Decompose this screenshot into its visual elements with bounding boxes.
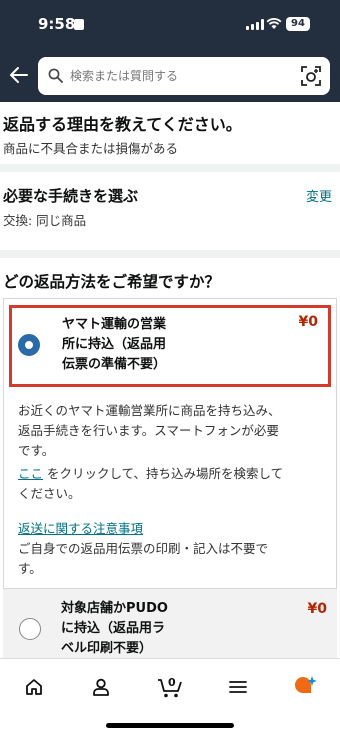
wifi-icon: [266, 18, 282, 29]
cart-count: 0: [168, 676, 176, 689]
option-price: ¥0: [307, 601, 327, 617]
section-divider: [0, 164, 340, 172]
option-description: お近くのヤマト運輸営業所に商品を持ち込み、 返品手続きを行います。スマートフォン…: [18, 403, 281, 458]
return-method-section: どの返品方法をご希望ですか？ ヤマト運輸の営業 所に持込（返品用 伝票の準備不要…: [0, 258, 340, 658]
search-icon: [48, 68, 63, 83]
radio-unselected[interactable]: [19, 618, 41, 640]
return-reason-value: 商品に不具合または損傷がある: [3, 141, 179, 156]
menu-icon[interactable]: [228, 677, 248, 697]
radio-selected[interactable]: [18, 334, 40, 356]
bottom-tab-bar: 0: [0, 658, 340, 737]
return-reason-title: 返品する理由を教えてください。: [3, 115, 242, 134]
search-box[interactable]: [38, 57, 330, 95]
status-bar: 9:58 94: [0, 0, 340, 50]
id-card-icon: [74, 19, 84, 30]
camera-search-icon[interactable]: [300, 65, 322, 87]
search-header: [0, 50, 340, 102]
option-price: ¥0: [298, 314, 318, 330]
return-option-pudo[interactable]: 対象店舗かPUDO に持込（返品用ラ ベル印刷不要） ¥0: [3, 588, 337, 658]
return-notice-block: 返送に関する注意事項 ご自身での返品用伝票の印刷・記入は不要で す。: [18, 521, 269, 576]
home-indicator: [106, 723, 234, 728]
search-input[interactable]: [70, 66, 290, 86]
return-reason-section: 返品する理由を教えてください。 商品に不具合または損傷がある: [0, 102, 340, 164]
home-icon[interactable]: [24, 677, 44, 697]
option-label-yamato: ヤマト運輸の営業 所に持込（返品用 伝票の準備不要）: [62, 317, 167, 372]
status-time: 9:58: [38, 15, 76, 33]
battery-icon: 94: [286, 17, 310, 31]
rufus-icon[interactable]: [292, 675, 318, 699]
back-arrow-icon[interactable]: [9, 66, 29, 84]
option-label-pudo: 対象店舗かPUDO に持込（返品用ラ ベル印刷不要）: [61, 601, 168, 656]
return-notice-link[interactable]: 返送に関する注意事項: [18, 521, 143, 536]
procedure-title: 必要な手続きを選ぶ: [3, 187, 139, 205]
signal-icon: [246, 19, 264, 30]
return-option-yamato[interactable]: ヤマト運輸の営業 所に持込（返品用 伝票の準備不要） ¥0: [9, 305, 331, 387]
procedure-section: 必要な手続きを選ぶ 変更 交換: 同じ商品: [0, 172, 340, 250]
procedure-value: 交換: 同じ商品: [3, 213, 87, 228]
search-location-text: ここ をクリックして、持ち込み場所を検索して ください。: [18, 466, 284, 501]
search-location-link[interactable]: ここ: [18, 466, 43, 481]
change-link[interactable]: 変更: [306, 186, 332, 205]
section-divider: [0, 250, 340, 258]
account-icon[interactable]: [91, 677, 111, 697]
return-method-title: どの返品方法をご希望ですか？: [3, 273, 221, 291]
